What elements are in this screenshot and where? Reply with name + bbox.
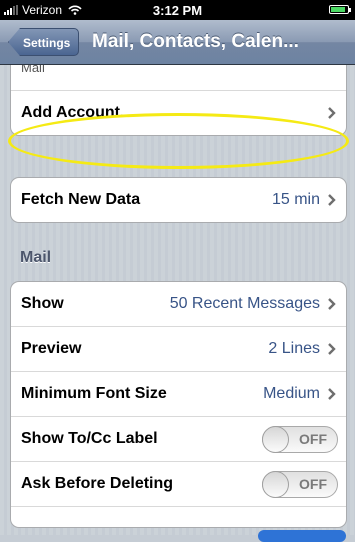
show-label: Show (21, 295, 64, 312)
battery-icon (329, 5, 351, 14)
show-to-cc-toggle[interactable]: OFF (262, 426, 338, 453)
mail-account-row[interactable]: Mail (11, 65, 346, 90)
battery-fill (331, 7, 345, 12)
preview-value: 2 Lines (268, 340, 320, 357)
preview-label: Preview (21, 340, 82, 357)
show-to-cc-label-row: Show To/Cc Label OFF (11, 416, 346, 461)
accounts-group: Mail Add Account... (10, 65, 347, 136)
chevron-right-icon (328, 194, 336, 206)
fetch-new-data-label: Fetch New Data (21, 191, 141, 208)
show-row[interactable]: Show 50 Recent Messages (11, 282, 346, 326)
chevron-right-icon (328, 343, 336, 355)
show-value: 50 Recent Messages (169, 295, 320, 312)
fetch-group: Fetch New Data 15 min (10, 177, 347, 223)
settings-back-button[interactable]: Settings (8, 28, 80, 56)
fetch-new-data-row[interactable]: Fetch New Data 15 min (11, 178, 346, 222)
fetch-new-data-value: 15 min (271, 191, 320, 208)
toggle-state-text: OFF (299, 431, 327, 447)
ask-before-deleting-toggle[interactable]: OFF (262, 471, 338, 498)
chevron-right-icon (328, 107, 336, 119)
navigation-bar: Settings Mail, Contacts, Calen... (0, 20, 355, 65)
mail-account-label: Mail (21, 65, 45, 75)
page-title: Mail, Contacts, Calen... (92, 31, 299, 52)
toggle-knob (262, 471, 289, 498)
mail-section-header: Mail (20, 249, 52, 266)
add-account-label: Add Account... (21, 104, 134, 121)
show-to-cc-label: Show To/Cc Label (21, 430, 158, 447)
chevron-right-icon (328, 388, 336, 400)
status-bar: Verizon 3:12 PM (0, 0, 355, 20)
settings-content[interactable]: Mail Add Account... Fetch New Data 15 mi… (0, 65, 355, 535)
toggle-state-text: OFF (299, 476, 327, 492)
minimum-font-size-value: Medium (263, 385, 320, 402)
minimum-font-size-label: Minimum Font Size (21, 385, 167, 402)
chevron-right-icon (328, 298, 336, 310)
ask-before-deleting-row: Ask Before Deleting OFF (11, 461, 346, 506)
ask-before-deleting-label: Ask Before Deleting (21, 475, 174, 492)
mail-settings-group: Show 50 Recent Messages Preview 2 Lines … (10, 281, 347, 528)
preview-row[interactable]: Preview 2 Lines (11, 326, 346, 371)
toggle-knob (262, 426, 289, 453)
minimum-font-size-row[interactable]: Minimum Font Size Medium (11, 371, 346, 416)
partial-on-toggle[interactable] (258, 530, 346, 542)
next-row-partial[interactable] (11, 506, 346, 527)
add-account-row[interactable]: Add Account... (11, 90, 346, 135)
status-time: 3:12 PM (152, 3, 203, 18)
